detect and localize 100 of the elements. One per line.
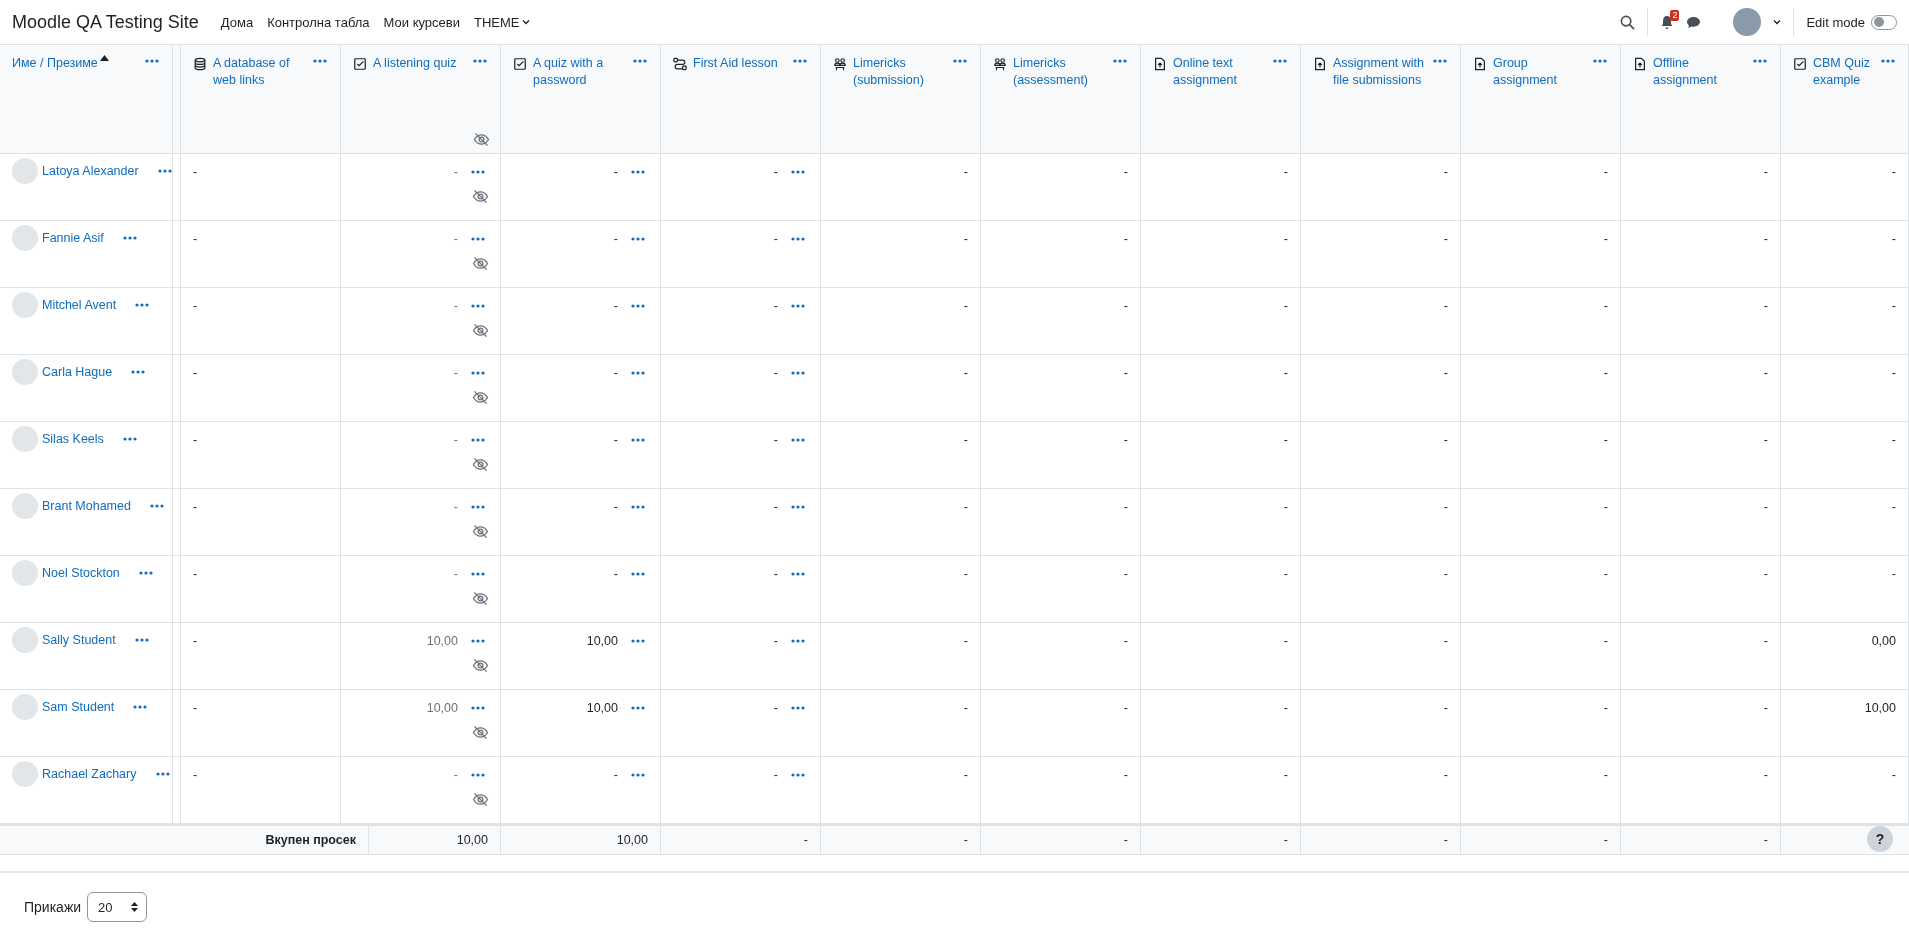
- grade-value: -: [192, 164, 199, 179]
- grade-value: -: [1282, 566, 1289, 581]
- grade-value: -: [773, 700, 778, 715]
- grade-value: -: [192, 633, 199, 648]
- grade-value: -: [613, 499, 618, 514]
- column-link[interactable]: CBM Quiz example: [1813, 55, 1896, 89]
- user-name-link[interactable]: Sam Student: [42, 700, 115, 714]
- user-name-link[interactable]: Silas Keels: [42, 432, 104, 446]
- grade-value: -: [1890, 298, 1897, 313]
- grade-value: -: [1890, 231, 1897, 246]
- grade-value: -: [1442, 767, 1449, 782]
- caret-icon[interactable]: [1773, 19, 1782, 25]
- grade-value: -: [1762, 432, 1769, 447]
- grade-value: -: [1122, 633, 1129, 648]
- column-link[interactable]: Limericks (assessment): [1013, 55, 1111, 89]
- nav-link[interactable]: Мои курсеви: [383, 14, 460, 30]
- user-avatar: [12, 359, 38, 385]
- grade-value: -: [773, 298, 778, 313]
- people-icon: [833, 57, 847, 71]
- chat-icon[interactable]: [1686, 15, 1702, 29]
- column-link[interactable]: A database of web links: [213, 55, 311, 89]
- grade-value: -: [453, 499, 458, 514]
- user-name-link[interactable]: Latoya Alexander: [42, 164, 139, 178]
- notification-badge: 2: [1670, 9, 1680, 21]
- grade-value: 10,00: [586, 633, 618, 648]
- bell-icon[interactable]: [1660, 14, 1675, 30]
- grade-value: -: [1442, 365, 1449, 380]
- file-upload-icon: [1153, 57, 1167, 71]
- user-name-link[interactable]: Brant Mohamed: [42, 499, 131, 513]
- column-link[interactable]: Assignment with file submissions: [1333, 55, 1431, 89]
- average-value: 10,00: [456, 833, 488, 847]
- grade-value: -: [1442, 231, 1449, 246]
- grade-value: -: [1890, 164, 1897, 179]
- edit-mode-toggle[interactable]: [1871, 14, 1897, 30]
- grade-value: -: [453, 164, 458, 179]
- grade-value: -: [1122, 164, 1129, 179]
- grade-value: -: [453, 432, 458, 447]
- grade-value: -: [773, 231, 778, 246]
- user-avatar: [12, 493, 38, 519]
- column-link[interactable]: A quiz with a password: [533, 55, 631, 89]
- nav-link[interactable]: THEME: [474, 14, 531, 30]
- grade-value: -: [1890, 432, 1897, 447]
- user-name-link[interactable]: Rachael Zachary: [42, 767, 137, 781]
- grade-value: -: [192, 700, 199, 715]
- grade-value: -: [1282, 499, 1289, 514]
- average-value: -: [963, 833, 968, 847]
- user-name-link[interactable]: Mitchel Avent: [42, 298, 117, 312]
- grade-value: -: [1442, 499, 1449, 514]
- grade-value: -: [1122, 432, 1129, 447]
- average-value: -: [1603, 833, 1608, 847]
- grade-value: -: [1442, 432, 1449, 447]
- user-name-link[interactable]: Carla Hague: [42, 365, 113, 379]
- grade-value: -: [1890, 767, 1897, 782]
- grade-value: -: [1890, 499, 1897, 514]
- nav-link[interactable]: Дома: [220, 14, 254, 30]
- name-column-link[interactable]: Име / Презиме: [12, 55, 98, 72]
- nav-link[interactable]: Контролна табла: [267, 14, 370, 30]
- grade-value: -: [453, 365, 458, 380]
- user-avatar: [12, 292, 38, 318]
- grade-value: -: [1890, 566, 1897, 581]
- grade-value: 10,00: [1863, 700, 1897, 715]
- grade-value: -: [773, 365, 778, 380]
- column-link[interactable]: Offline assignment: [1653, 55, 1751, 89]
- grade-value: -: [192, 365, 199, 380]
- grade-value: -: [1282, 700, 1289, 715]
- column-link[interactable]: First Aid lesson: [693, 55, 791, 72]
- user-name-link[interactable]: Noel Stockton: [42, 566, 120, 580]
- grade-value: -: [1442, 298, 1449, 313]
- average-value: 10,00: [616, 833, 648, 847]
- grade-value: -: [1890, 365, 1897, 380]
- search-icon[interactable]: [1620, 14, 1636, 30]
- grade-value: -: [1762, 499, 1769, 514]
- average-value: -: [1443, 833, 1448, 847]
- site-name[interactable]: Moodle QA Testing Site: [12, 11, 199, 33]
- grade-value: -: [1122, 499, 1129, 514]
- grade-value: -: [453, 566, 458, 581]
- grade-value: -: [962, 767, 969, 782]
- grade-value: -: [192, 231, 199, 246]
- column-link[interactable]: Limericks (submission): [853, 55, 951, 89]
- grade-value: -: [192, 499, 199, 514]
- grade-value: -: [1442, 700, 1449, 715]
- grade-value: -: [613, 164, 618, 179]
- grade-value: 10,00: [426, 633, 458, 648]
- per-page-select[interactable]: 20: [87, 892, 148, 922]
- grade-value: -: [962, 566, 969, 581]
- column-link[interactable]: A listening quiz: [373, 55, 471, 72]
- user-name-link[interactable]: Fannie Asif: [42, 231, 104, 245]
- grade-value: -: [1602, 767, 1609, 782]
- user-name-link[interactable]: Sally Student: [42, 633, 116, 647]
- user-avatar[interactable]: [1733, 8, 1762, 36]
- edit-mode-label: Edit mode: [1806, 14, 1865, 30]
- grade-value: -: [1602, 566, 1609, 581]
- grade-value: -: [1282, 164, 1289, 179]
- grade-value: -: [1762, 298, 1769, 313]
- grade-value: -: [1282, 767, 1289, 782]
- grade-value: -: [962, 298, 969, 313]
- grade-value: -: [613, 231, 618, 246]
- column-link[interactable]: Group assignment: [1493, 55, 1591, 89]
- column-link[interactable]: Online text assignment: [1173, 55, 1271, 89]
- user-avatar: [12, 560, 38, 586]
